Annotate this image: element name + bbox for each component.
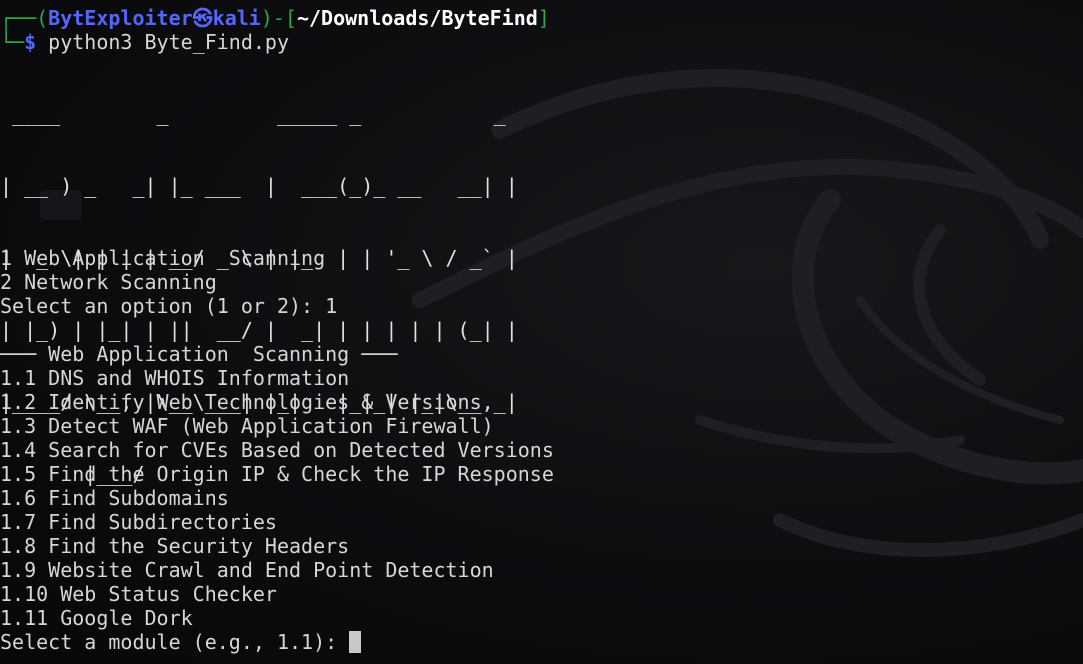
banner-line: ____ _ _____ _ _	[0, 102, 518, 126]
web-menu-item: 1.3 Detect WAF (Web Application Firewall…	[0, 414, 494, 438]
prompt-dollar: $	[24, 30, 37, 54]
web-menu-item: 1.6 Find Subdomains	[0, 486, 229, 510]
web-menu-item: 1.10 Web Status Checker	[0, 582, 277, 606]
web-menu-item: 1.9 Website Crawl and End Point Detectio…	[0, 558, 494, 582]
prompt-frame-bottom: └─	[0, 30, 25, 54]
web-menu-item: 1.2 Identify Web Technologies & Versions	[0, 390, 482, 414]
main-menu-select-line: Select an option (1 or 2): 1	[0, 294, 1083, 318]
ascii-banner: ____ _ _____ _ _ | __ ) _ _| |_ ___ | __…	[0, 54, 1083, 486]
banner-line: | __ ) _ _| |_ ___ | ___(_)_ __ __| |	[0, 174, 518, 198]
web-menu-item: 1.7 Find Subdirectories	[0, 510, 277, 534]
prompt-user-host: BytExploiter㉿kali	[48, 6, 261, 30]
main-menu-option: 2 Network Scanning	[0, 270, 217, 294]
web-menu-header: ─── Web Application Scanning ───	[0, 342, 398, 366]
prompt-line-1: ┌──(BytExploiter㉿kali)-[~/Downloads/Byte…	[0, 6, 1083, 30]
prompt-line-2: └─$ python3 Byte_Find.py	[0, 30, 1083, 54]
main-menu-option: 1 Web Application Scanning	[0, 246, 326, 270]
terminal-output: ┌──(BytExploiter㉿kali)-[~/Downloads/Byte…	[0, 6, 1083, 654]
prompt-frame-open: ┌──(	[0, 6, 49, 30]
main-menu-select-prompt: Select an option (1 or 2):	[0, 294, 326, 318]
web-menu-item: 1.11 Google Dork	[0, 606, 193, 630]
main-menu-selected-value: 1	[325, 294, 338, 318]
text-cursor[interactable]	[349, 631, 362, 653]
prompt-path: ~/Downloads/ByteFind	[296, 6, 538, 30]
command-text: python3 Byte_Find.py	[36, 30, 290, 54]
web-menu-item: 1.8 Find the Security Headers	[0, 534, 350, 558]
module-select-prompt: Select a module (e.g., 1.1):	[0, 630, 350, 654]
web-menu-item: 1.5 Find the Origin IP & Check the IP Re…	[0, 462, 554, 486]
terminal-window[interactable]: ┌──(BytExploiter㉿kali)-[~/Downloads/Byte…	[0, 0, 1083, 664]
web-menu-item: 1.1 DNS and WHOIS Information	[0, 366, 350, 390]
web-menu-item: 1.4 Search for CVEs Based on Detected Ve…	[0, 438, 554, 462]
prompt-frame-mid: )-[	[260, 6, 297, 30]
prompt-frame-close: ]	[537, 6, 550, 30]
module-select-line[interactable]: Select a module (e.g., 1.1):	[0, 630, 1083, 654]
